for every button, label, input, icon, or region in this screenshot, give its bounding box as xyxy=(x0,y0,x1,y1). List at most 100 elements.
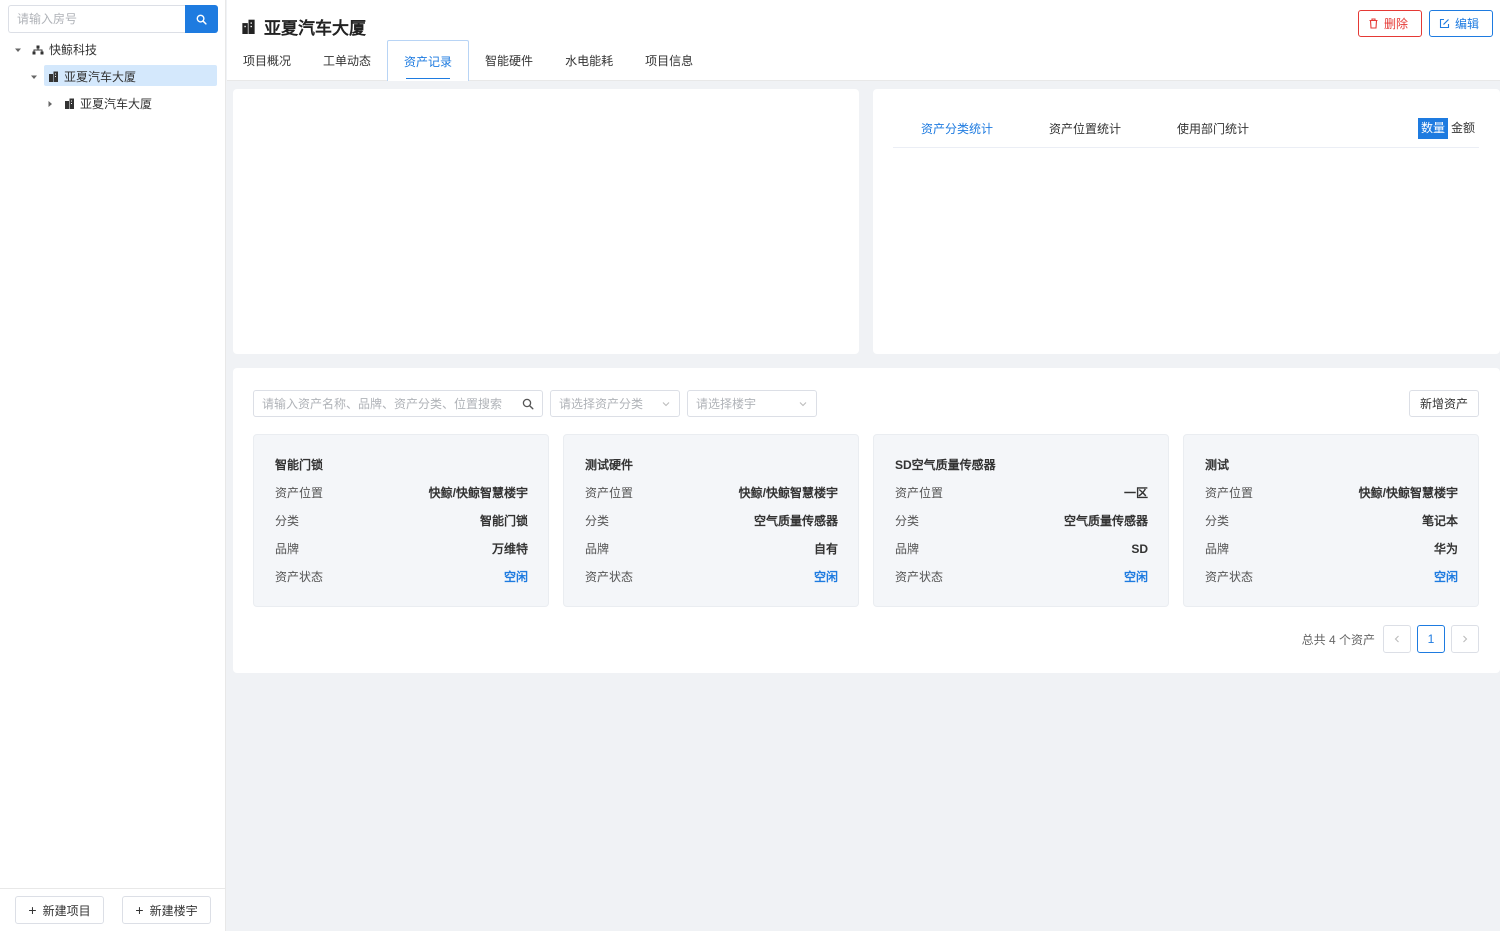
asset-card[interactable]: 智能门锁 资产位置 快鲸/快鲸智慧楼宇 分类 智能门锁 品牌 万维特 资产状态 空闲 xyxy=(253,434,549,607)
building-select[interactable]: 请选择楼宇 xyxy=(687,390,817,417)
asset-category-row: 分类 智能门锁 xyxy=(275,507,528,535)
asset-card[interactable]: SD空气质量传感器 资产位置 一区 分类 空气质量传感器 品牌 SD 资产状态 空闲 xyxy=(873,434,1169,607)
asset-status: 空闲 xyxy=(1433,570,1458,584)
sidebar-footer: + 新建项目 + 新建楼宇 xyxy=(0,888,226,931)
chevron-down-icon xyxy=(662,401,670,406)
asset-name: 测试硬件 xyxy=(585,458,634,472)
asset-status: 空闲 xyxy=(503,570,528,584)
asset-location: 一区 xyxy=(1123,486,1148,500)
asset-brand-row: 品牌 自有 xyxy=(585,535,838,563)
asset-brand: 万维特 xyxy=(491,542,528,556)
tab-project-info[interactable]: 项目信息 xyxy=(629,40,709,81)
new-building-button[interactable]: + 新建楼宇 xyxy=(122,896,211,924)
chevron-down-icon xyxy=(799,401,807,406)
building-icon xyxy=(242,19,255,34)
tree-node-building-selected[interactable]: 亚夏汽车大厦 xyxy=(0,63,226,90)
field-label: 分类 xyxy=(585,514,610,528)
tree-node-label: 快鲸科技 xyxy=(49,43,98,57)
field-label: 资产位置 xyxy=(1205,486,1254,500)
toggle-quantity[interactable]: 数量 xyxy=(1417,118,1448,139)
plus-icon: + xyxy=(28,902,37,918)
tab-overview[interactable]: 项目概况 xyxy=(227,40,307,81)
category-select[interactable]: 请选择资产分类 xyxy=(550,390,680,417)
asset-location-row: 资产位置 快鲸/快鲸智慧楼宇 xyxy=(275,479,528,507)
asset-status: 空闲 xyxy=(1123,570,1148,584)
asset-status-row: 资产状态 空闲 xyxy=(275,563,528,591)
edit-label: 编辑 xyxy=(1455,17,1480,31)
field-label: 资产位置 xyxy=(895,486,944,500)
toggle-amount[interactable]: 金额 xyxy=(1447,118,1478,139)
project-tree: 快鲸科技 亚夏汽车大厦 亚夏汽车大厦 xyxy=(0,36,226,117)
chevron-right-icon xyxy=(1463,635,1468,643)
trash-icon xyxy=(1369,18,1378,29)
asset-search-placeholder: 请输入资产名称、品牌、资产分类、位置搜索 xyxy=(262,397,503,411)
field-label: 资产状态 xyxy=(1205,570,1254,584)
tab-asset-records[interactable]: 资产记录 xyxy=(387,40,470,81)
field-label: 资产状态 xyxy=(895,570,944,584)
building-icon xyxy=(48,71,59,82)
header-actions: 删除 编辑 xyxy=(1358,10,1493,37)
tree-node-company[interactable]: 快鲸科技 xyxy=(0,36,226,63)
asset-panel: 请输入资产名称、品牌、资产分类、位置搜索 请选择资产分类 请选择楼宇 新增资产 … xyxy=(233,368,1500,673)
field-label: 资产位置 xyxy=(585,486,634,500)
asset-category: 笔记本 xyxy=(1421,514,1458,528)
org-icon xyxy=(32,45,44,55)
asset-brand: 自有 xyxy=(813,542,838,556)
tab-category-stats[interactable]: 资产分类统计 xyxy=(893,113,1021,147)
tab-location-stats[interactable]: 资产位置统计 xyxy=(1021,113,1149,147)
search-icon xyxy=(196,14,207,25)
field-label: 品牌 xyxy=(895,542,920,556)
field-label: 资产状态 xyxy=(275,570,324,584)
plus-icon: + xyxy=(135,902,144,918)
asset-name: SD空气质量传感器 xyxy=(895,458,996,472)
field-label: 分类 xyxy=(1205,514,1230,528)
asset-card[interactable]: 测试 资产位置 快鲸/快鲸智慧楼宇 分类 笔记本 品牌 华为 资产状态 空闲 xyxy=(1183,434,1479,607)
chevron-left-icon xyxy=(1394,635,1399,643)
page-header: 亚夏汽车大厦 项目概况 工单动态 资产记录 智能硬件 水电能耗 项目信息 删除 … xyxy=(227,0,1500,81)
page-title-text: 亚夏汽车大厦 xyxy=(264,19,366,38)
next-page-button[interactable] xyxy=(1451,625,1479,653)
delete-button[interactable]: 删除 xyxy=(1358,10,1422,37)
tree-node-building[interactable]: 亚夏汽车大厦 xyxy=(0,90,226,117)
asset-category-row: 分类 空气质量传感器 xyxy=(895,507,1148,535)
asset-status-row: 资产状态 空闲 xyxy=(895,563,1148,591)
asset-brand: SD xyxy=(1131,542,1148,556)
stats-panel: 资产分类统计 资产位置统计 使用部门统计 数量 金额 xyxy=(873,89,1500,354)
delete-label: 删除 xyxy=(1384,17,1409,31)
search-icon[interactable] xyxy=(522,398,534,410)
building-select-placeholder: 请选择楼宇 xyxy=(696,397,757,411)
asset-name: 测试 xyxy=(1205,458,1230,472)
caret-down-icon[interactable] xyxy=(28,71,40,83)
category-select-placeholder: 请选择资产分类 xyxy=(559,397,644,411)
asset-status-row: 资产状态 空闲 xyxy=(585,563,838,591)
asset-name: 智能门锁 xyxy=(275,458,324,472)
field-label: 资产位置 xyxy=(275,486,324,500)
room-search-button[interactable] xyxy=(185,5,218,33)
new-project-button[interactable]: + 新建项目 xyxy=(15,896,104,924)
pagination: 总共 4 个资产 1 xyxy=(1302,625,1479,653)
room-search-input[interactable] xyxy=(8,5,185,33)
pagination-total: 总共 4 个资产 xyxy=(1301,632,1375,647)
field-label: 资产状态 xyxy=(585,570,634,584)
tab-energy[interactable]: 水电能耗 xyxy=(549,40,629,81)
asset-category: 智能门锁 xyxy=(479,514,528,528)
add-asset-button[interactable]: 新增资产 xyxy=(1409,390,1479,417)
prev-page-button[interactable] xyxy=(1383,625,1411,653)
room-search xyxy=(8,5,218,33)
edit-button[interactable]: 编辑 xyxy=(1429,10,1493,37)
asset-brand: 华为 xyxy=(1433,542,1458,556)
tab-smart-hardware[interactable]: 智能硬件 xyxy=(469,40,549,81)
tree-node-label: 亚夏汽车大厦 xyxy=(64,70,137,84)
tab-department-stats[interactable]: 使用部门统计 xyxy=(1149,113,1277,147)
caret-right-icon[interactable] xyxy=(44,98,56,110)
asset-search-field[interactable]: 请输入资产名称、品牌、资产分类、位置搜索 xyxy=(253,390,543,417)
asset-location-row: 资产位置 快鲸/快鲸智慧楼宇 xyxy=(585,479,838,507)
asset-card[interactable]: 测试硬件 资产位置 快鲸/快鲸智慧楼宇 分类 空气质量传感器 品牌 自有 资产状态 空闲 xyxy=(563,434,859,607)
asset-status-row: 资产状态 空闲 xyxy=(1205,563,1458,591)
project-tabs: 项目概况 工单动态 资产记录 智能硬件 水电能耗 项目信息 xyxy=(227,40,709,81)
asset-brand-row: 品牌 华为 xyxy=(1205,535,1458,563)
tab-work-orders[interactable]: 工单动态 xyxy=(307,40,387,81)
caret-down-icon[interactable] xyxy=(12,44,24,56)
page-number-button[interactable]: 1 xyxy=(1417,625,1445,653)
tree-node-label: 亚夏汽车大厦 xyxy=(80,97,153,111)
